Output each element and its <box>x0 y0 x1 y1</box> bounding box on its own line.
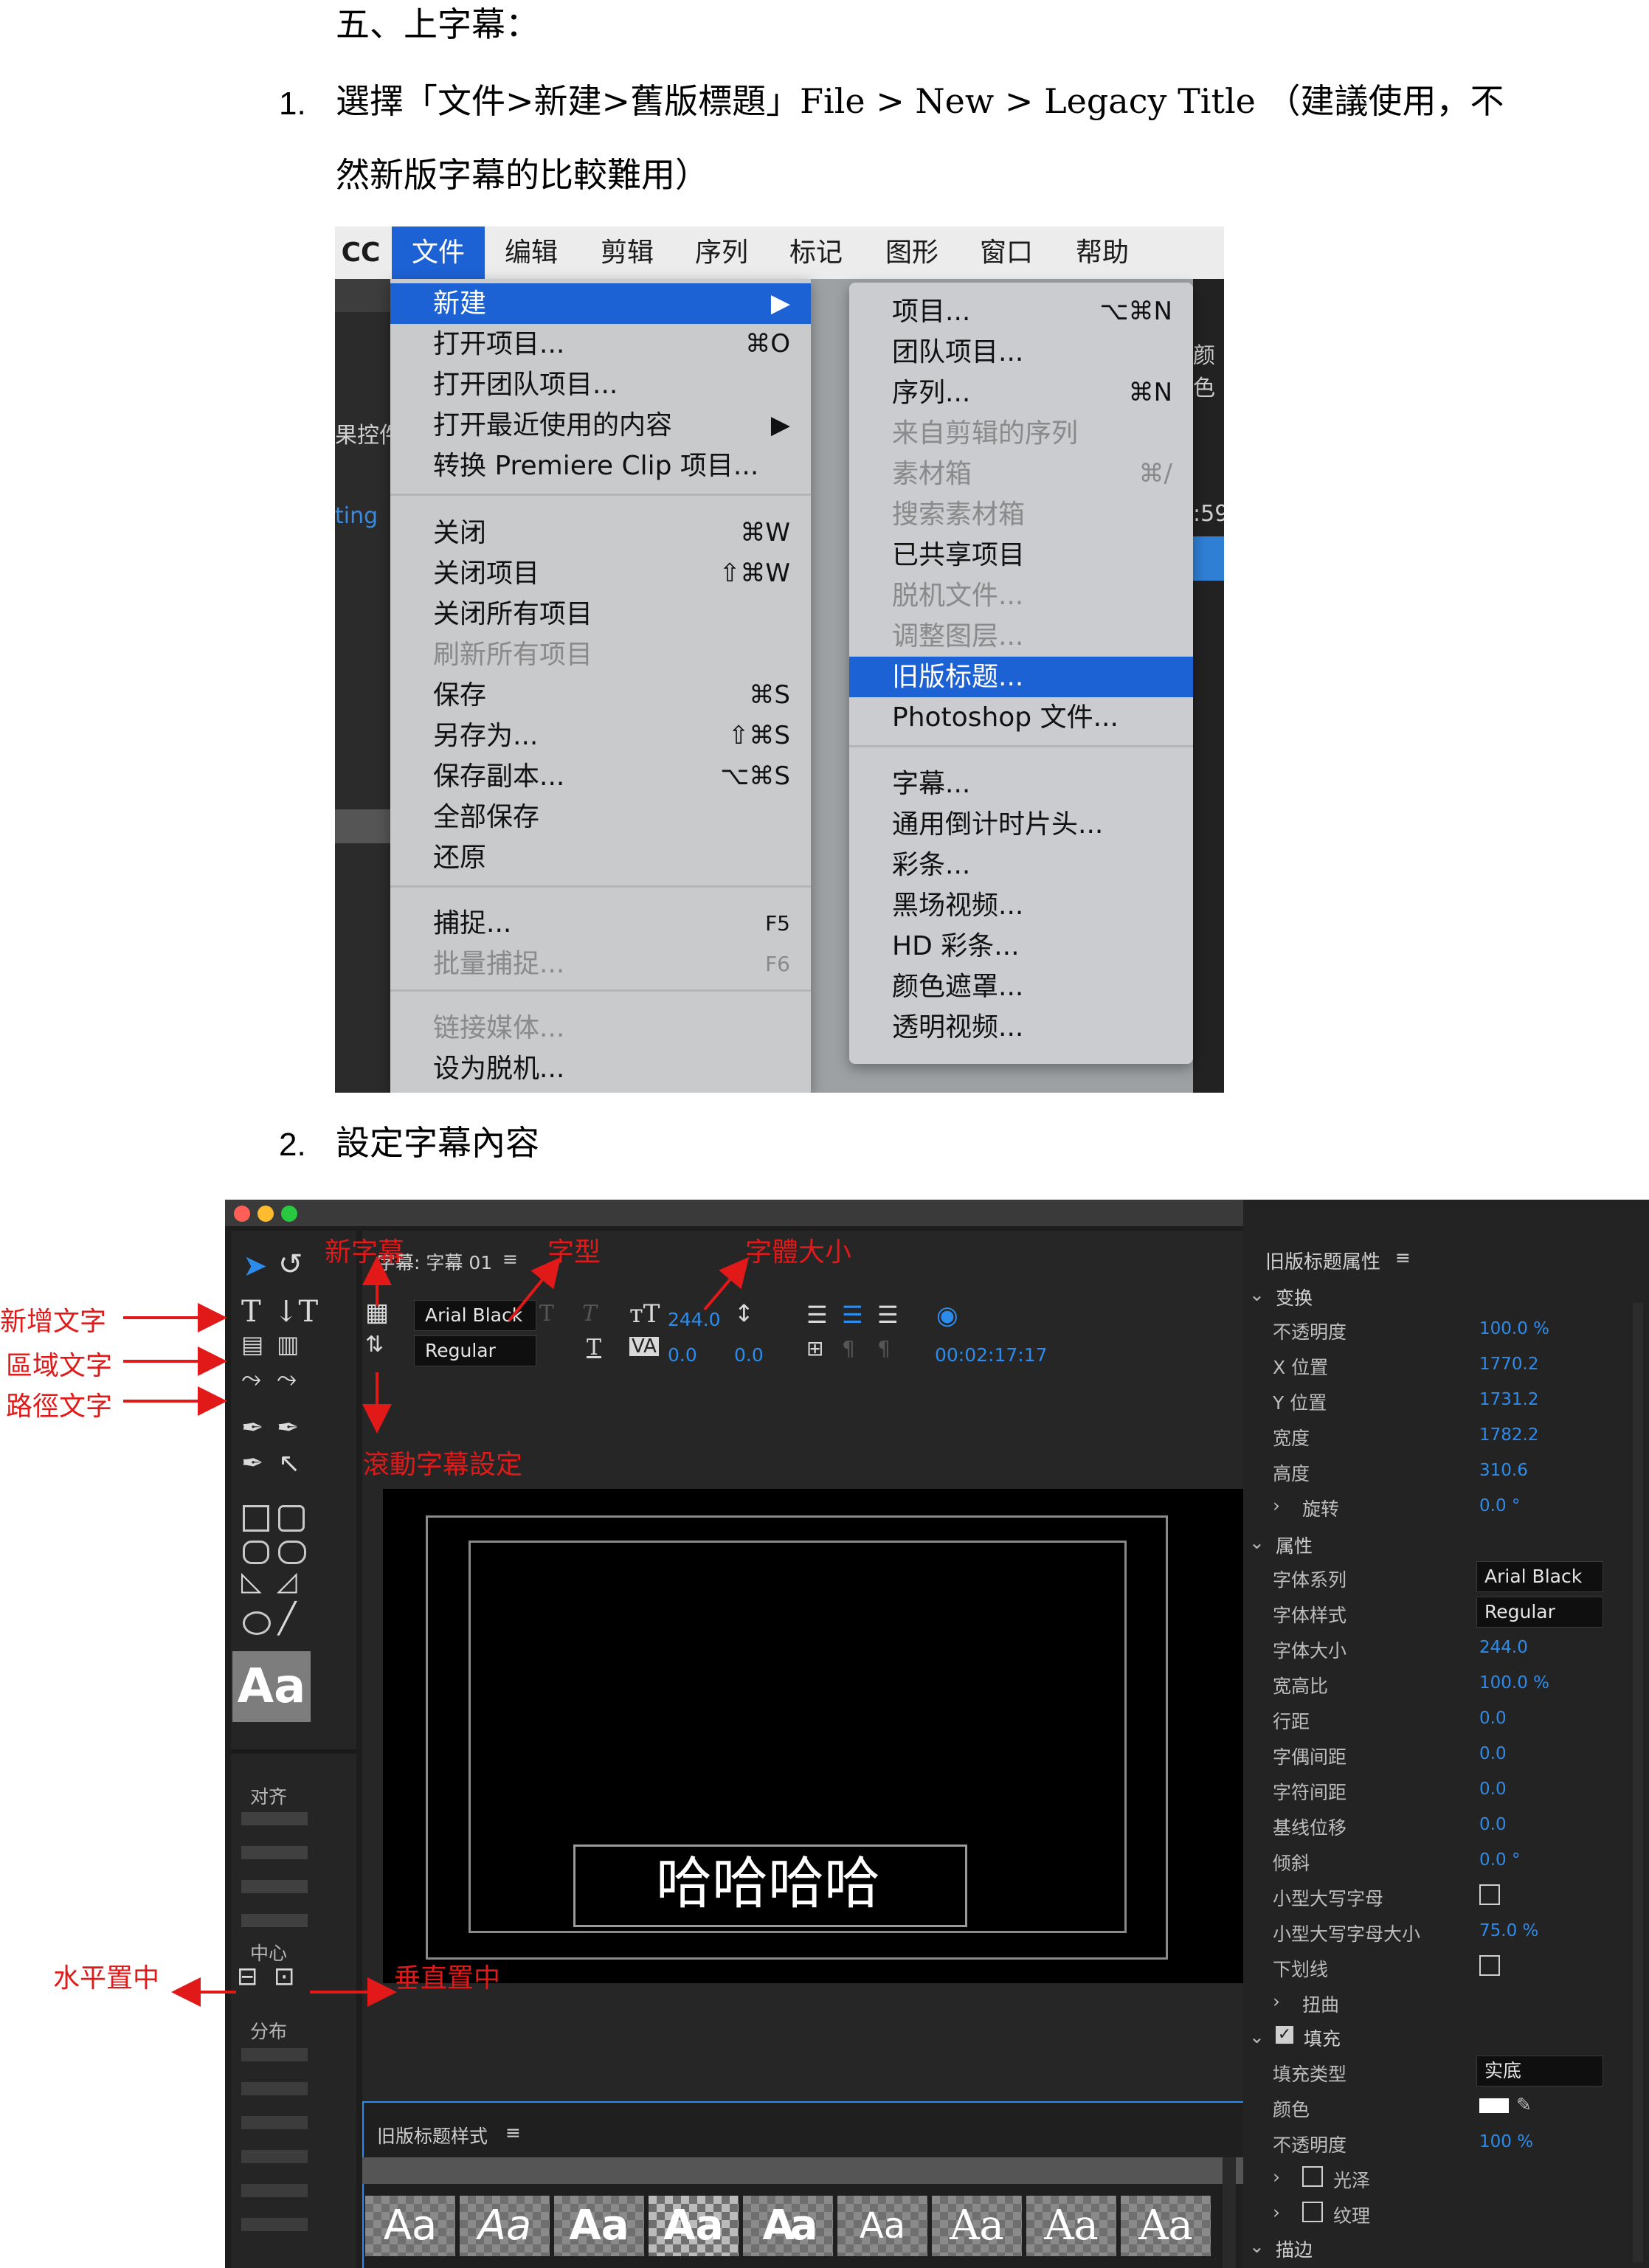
annotation-new-caption: 新字幕 <box>325 1237 405 1268</box>
annotation-arrows <box>123 1256 750 2007</box>
annotation-font: 字型 <box>547 1237 601 1268</box>
annotation-area-text: 區域文字 <box>6 1351 113 1381</box>
annotation-roll-settings: 滾動字幕設定 <box>363 1450 523 1480</box>
annotation-add-text: 新增文字 <box>0 1307 107 1337</box>
annotation-font-size: 字體大小 <box>745 1237 852 1268</box>
annotation-v-center: 垂直置中 <box>394 1963 501 1994</box>
annotation-h-center: 水平置中 <box>53 1963 160 1994</box>
annotation-path-text: 路徑文字 <box>6 1391 113 1422</box>
